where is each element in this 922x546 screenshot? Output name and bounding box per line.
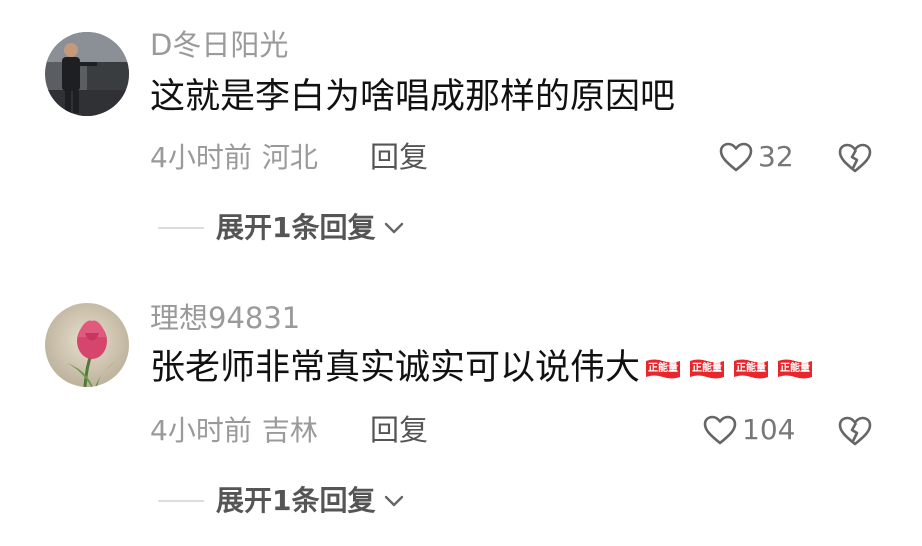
comment-location: 吉林 (261, 414, 318, 447)
positive-energy-badge: 正能量 (644, 358, 682, 380)
username[interactable]: 理想94831 (150, 304, 300, 333)
comment-time: 4小时前 (150, 141, 252, 174)
comment-time: 4小时前 (150, 414, 252, 447)
expand-replies-button[interactable]: 展开1条回复 (158, 214, 405, 242)
positive-energy-badge: 正能量 (688, 358, 726, 380)
comment-meta: 4小时前 河北 (150, 144, 318, 172)
badge-group: 正能量 正能量 正能量 正能量 (644, 358, 820, 380)
heart-outline-icon (719, 142, 753, 172)
divider (158, 500, 204, 502)
expand-replies-label: 展开1条回复 (216, 211, 376, 244)
reply-button[interactable]: 回复 (370, 416, 428, 445)
broken-heart-icon (838, 143, 872, 173)
avatar[interactable] (45, 303, 129, 387)
chevron-down-icon (383, 221, 405, 235)
like-count: 104 (742, 413, 796, 446)
positive-energy-badge: 正能量 (776, 358, 814, 380)
comment-item: D冬日阳光 这就是李白为啥唱成那样的原因吧 4小时前 河北 回复 32 展开1条回… (0, 0, 922, 273)
avatar-man-photo (45, 32, 129, 116)
username[interactable]: D冬日阳光 (150, 31, 288, 60)
chevron-down-icon (383, 494, 405, 508)
broken-heart-icon (838, 416, 872, 446)
dislike-button[interactable] (837, 415, 873, 447)
comment-meta: 4小时前 吉林 (150, 417, 318, 445)
dislike-button[interactable] (837, 142, 873, 174)
comment-text-body: 张老师非常真实诚实可以说伟大 (150, 348, 641, 388)
comment-location: 河北 (261, 141, 318, 174)
like-count: 32 (758, 140, 794, 173)
avatar-tulip-photo (45, 303, 129, 387)
comment-text: 张老师非常真实诚实可以说伟大 正能量 正能量 正能量 正能量 (150, 351, 820, 386)
positive-energy-badge: 正能量 (732, 358, 770, 380)
comment-text-body: 这就是李白为啥唱成那样的原因吧 (150, 77, 676, 117)
heart-outline-icon (703, 415, 737, 445)
like-button[interactable]: 32 (718, 141, 794, 173)
like-button[interactable]: 104 (702, 414, 795, 446)
comment-list: D冬日阳光 这就是李白为啥唱成那样的原因吧 4小时前 河北 回复 32 展开1条回… (0, 0, 922, 546)
reply-button[interactable]: 回复 (370, 143, 428, 172)
comment-item: 理想94831 张老师非常真实诚实可以说伟大 正能量 正能量 正能量 正能量 4… (0, 273, 922, 546)
avatar[interactable] (45, 32, 129, 116)
comment-text: 这就是李白为啥唱成那样的原因吧 (150, 80, 675, 115)
divider (158, 227, 204, 229)
expand-replies-button[interactable]: 展开1条回复 (158, 487, 405, 515)
expand-replies-label: 展开1条回复 (216, 484, 376, 517)
